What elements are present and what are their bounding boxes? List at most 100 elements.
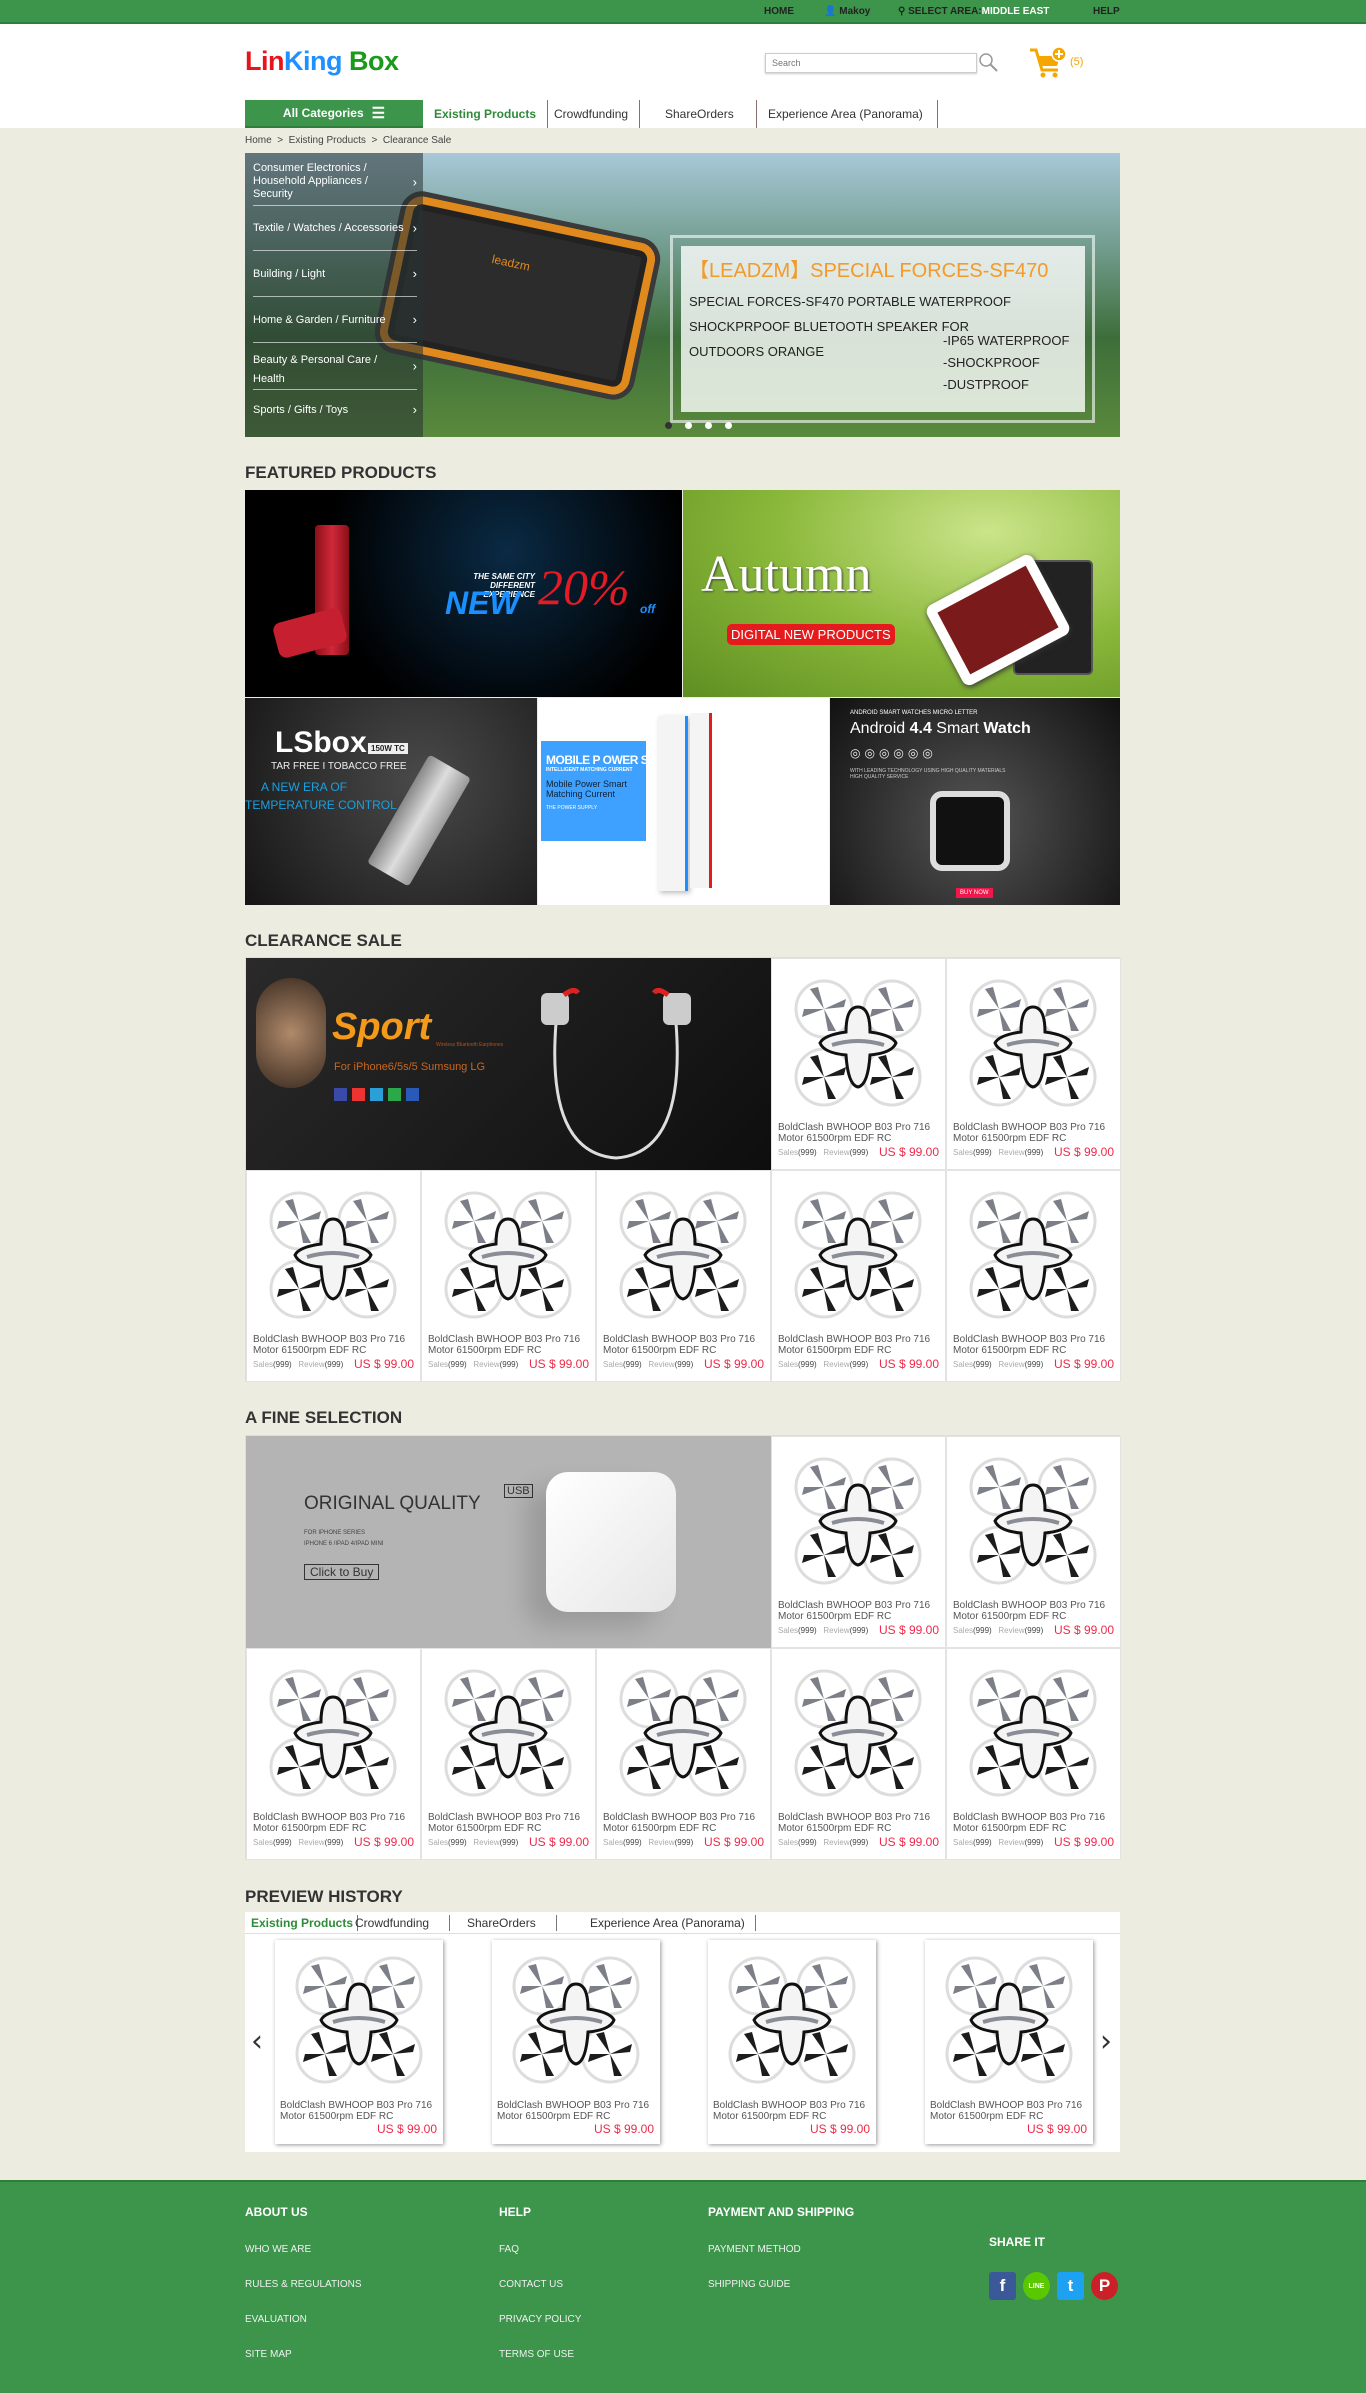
nav-crowdfunding[interactable]: Crowdfunding — [543, 100, 641, 128]
top-home-link[interactable]: HOME — [764, 6, 794, 17]
product-title[interactable]: BoldClash BWHOOP B03 Pro 716 Motor 61500r… — [953, 1122, 1118, 1144]
banner-autumn[interactable]: Autumn DIGITAL NEW PRODUCTS — [683, 490, 1120, 697]
tab-experience-area[interactable]: Experience Area (Panorama) — [590, 1915, 756, 1931]
product-title[interactable]: BoldClash BWHOOP B03 Pro 716 Motor 61500r… — [953, 1600, 1118, 1622]
top-help-link[interactable]: HELP — [1093, 6, 1120, 17]
carousel-prev-button[interactable]: ‹ — [251, 2024, 263, 2059]
product-title[interactable]: BoldClash BWHOOP B03 Pro 716 Motor 61500r… — [253, 1334, 418, 1356]
product-price: US $ 99.00 — [809, 2122, 870, 2136]
carousel-dot[interactable] — [685, 422, 692, 429]
history-product-card[interactable]: BoldClash BWHOOP B03 Pro 716 Motor 61500r… — [925, 1940, 1093, 2144]
logo[interactable]: LinKing Box — [245, 46, 399, 77]
product-title[interactable]: BoldClash BWHOOP B03 Pro 716 Motor 61500r… — [930, 2100, 1095, 2122]
product-stats: Sales(999) Review(999) — [253, 1360, 344, 1369]
category-item[interactable]: Home & Garden / Furniture › — [253, 297, 417, 343]
banner-sport-earphones[interactable]: Sport Wireless Bluetooth Earphones For i… — [246, 958, 771, 1170]
drone-product-image — [728, 1956, 856, 2084]
banner-mobile-power[interactable]: MOBILE P OWER SUPPLY INTELLIGENT MATCHIN… — [538, 698, 829, 905]
search-button[interactable] — [977, 51, 999, 73]
product-title[interactable]: BoldClash BWHOOP B03 Pro 716 Motor 61500r… — [603, 1334, 768, 1356]
twitter-icon[interactable]: t — [1057, 2272, 1084, 2300]
footer-link[interactable]: WHO WE ARE — [245, 2244, 311, 2255]
product-title[interactable]: BoldClash BWHOOP B03 Pro 716 Motor 61500r… — [253, 1812, 418, 1834]
category-item[interactable]: Consumer Electronics / Household Applian… — [253, 159, 417, 206]
footer-link[interactable]: PRIVACY POLICY — [499, 2314, 581, 2325]
banner-smart-watch[interactable]: ANDROID SMART WATCHES MICRO LETTER Andro… — [830, 698, 1120, 905]
facebook-icon[interactable]: f — [989, 2272, 1016, 2300]
category-item[interactable]: Building / Light › — [253, 251, 417, 297]
product-title[interactable]: BoldClash BWHOOP B03 Pro 716 Motor 61500r… — [778, 1600, 943, 1622]
drone-product-image — [512, 1956, 640, 2084]
product-card[interactable]: BoldClash BWHOOP B03 Pro 716 Motor 61500r… — [946, 958, 1121, 1170]
tab-shareorders[interactable]: ShareOrders — [467, 1915, 557, 1931]
cart-button[interactable] — [1028, 46, 1068, 85]
drone-product-image — [269, 1669, 397, 1797]
product-card[interactable]: BoldClash BWHOOP B03 Pro 716 Motor 61500r… — [771, 1436, 946, 1648]
tab-existing-products[interactable]: Existing Products — [247, 1915, 359, 1931]
product-title[interactable]: BoldClash BWHOOP B03 Pro 716 Motor 61500r… — [953, 1812, 1118, 1834]
hero-carousel[interactable]: leadzm Consumer Electronics / Household … — [245, 153, 1120, 437]
product-card[interactable]: BoldClash BWHOOP B03 Pro 716 Motor 61500r… — [421, 1648, 596, 1860]
buy-now-button[interactable]: BUY NOW — [956, 888, 993, 898]
carousel-dot[interactable] — [725, 422, 732, 429]
product-card[interactable]: BoldClash BWHOOP B03 Pro 716 Motor 61500r… — [771, 958, 946, 1170]
product-title[interactable]: BoldClash BWHOOP B03 Pro 716 Motor 61500r… — [603, 1812, 768, 1834]
footer-link[interactable]: PAYMENT METHOD — [708, 2244, 801, 2255]
carousel-dot[interactable] — [705, 422, 712, 429]
category-item[interactable]: Sports / Gifts / Toys › — [253, 390, 417, 430]
product-title[interactable]: BoldClash BWHOOP B03 Pro 716 Motor 61500r… — [428, 1334, 593, 1356]
history-product-card[interactable]: BoldClash BWHOOP B03 Pro 716 Motor 61500r… — [708, 1940, 876, 2144]
product-title[interactable]: BoldClash BWHOOP B03 Pro 716 Motor 61500r… — [428, 1812, 593, 1834]
carousel-next-button[interactable]: › — [1100, 2024, 1112, 2059]
footer-link[interactable]: TERMS OF USE — [499, 2349, 574, 2360]
product-card[interactable]: BoldClash BWHOOP B03 Pro 716 Motor 61500r… — [946, 1648, 1121, 1860]
digital-new-products-button[interactable]: DIGITAL NEW PRODUCTS — [727, 624, 895, 645]
pinterest-icon[interactable]: P — [1091, 2272, 1118, 2300]
category-item[interactable]: Beauty & Personal Care / Health › — [253, 343, 417, 390]
footer-link[interactable]: FAQ — [499, 2244, 519, 2255]
product-card[interactable]: BoldClash BWHOOP B03 Pro 716 Motor 61500r… — [596, 1170, 771, 1382]
product-card[interactable]: BoldClash BWHOOP B03 Pro 716 Motor 61500r… — [771, 1170, 946, 1382]
select-area[interactable]: ⚲ SELECT AREA:MIDDLE EAST — [898, 6, 1049, 17]
product-title[interactable]: BoldClash BWHOOP B03 Pro 716 Motor 61500r… — [778, 1122, 943, 1144]
product-title[interactable]: BoldClash BWHOOP B03 Pro 716 Motor 61500r… — [280, 2100, 445, 2122]
footer-link[interactable]: RULES & REGULATIONS — [245, 2279, 362, 2290]
product-card[interactable]: BoldClash BWHOOP B03 Pro 716 Motor 61500r… — [771, 1648, 946, 1860]
product-card[interactable]: BoldClash BWHOOP B03 Pro 716 Motor 61500r… — [246, 1648, 421, 1860]
product-card[interactable]: BoldClash BWHOOP B03 Pro 716 Motor 61500r… — [246, 1170, 421, 1382]
tab-crowdfunding[interactable]: Crowdfunding — [355, 1915, 451, 1931]
line-icon[interactable]: LINE — [1023, 2272, 1050, 2300]
history-product-card[interactable]: BoldClash BWHOOP B03 Pro 716 Motor 61500r… — [492, 1940, 660, 2144]
category-item[interactable]: Textile / Watches / Accessories › — [253, 206, 417, 251]
breadcrumb-existing-products[interactable]: Existing Products — [289, 135, 366, 146]
user-menu[interactable]: 👤 Makoy — [824, 6, 870, 17]
product-title[interactable]: BoldClash BWHOOP B03 Pro 716 Motor 61500r… — [953, 1334, 1118, 1356]
nav-existing-products[interactable]: Existing Products — [423, 100, 549, 128]
product-card[interactable]: BoldClash BWHOOP B03 Pro 716 Motor 61500r… — [421, 1170, 596, 1382]
nav-shareorders[interactable]: ShareOrders — [643, 100, 757, 128]
banner-lsbox[interactable]: LSbox 150W TC TAR FREE I TOBACCO FREE A … — [245, 698, 537, 905]
history-product-card[interactable]: BoldClash BWHOOP B03 Pro 716 Motor 61500r… — [275, 1940, 443, 2144]
product-card[interactable]: BoldClash BWHOOP B03 Pro 716 Motor 61500r… — [946, 1170, 1121, 1382]
product-title[interactable]: BoldClash BWHOOP B03 Pro 716 Motor 61500r… — [497, 2100, 662, 2122]
product-title[interactable]: BoldClash BWHOOP B03 Pro 716 Motor 61500r… — [713, 2100, 878, 2122]
charger-image — [546, 1472, 676, 1612]
search-input[interactable] — [765, 53, 977, 73]
footer-link[interactable]: SITE MAP — [245, 2349, 292, 2360]
product-card[interactable]: BoldClash BWHOOP B03 Pro 716 Motor 61500r… — [946, 1436, 1121, 1648]
all-categories-button[interactable]: All Categories ☰ — [245, 100, 423, 128]
product-title[interactable]: BoldClash BWHOOP B03 Pro 716 Motor 61500r… — [778, 1334, 943, 1356]
breadcrumb-home[interactable]: Home — [245, 135, 272, 146]
banner-power-bank[interactable]: THE SAME CITY DIFFERENT EXPERIENCE NEW 20… — [245, 490, 682, 697]
banner-usb-charger[interactable]: ORIGINAL QUALITY USB FOR IPHONE SERIES IP… — [246, 1436, 771, 1648]
footer-link[interactable]: CONTACT US — [499, 2279, 563, 2290]
nav-experience-area[interactable]: Experience Area (Panorama) — [754, 100, 938, 128]
click-to-buy-button[interactable]: Click to Buy — [304, 1564, 380, 1580]
footer-link[interactable]: EVALUATION — [245, 2314, 307, 2325]
hero-feature: -SHOCKPROOF — [943, 355, 1040, 370]
feature-icons: ◎◎◎◎◎◎ — [850, 746, 937, 760]
product-card[interactable]: BoldClash BWHOOP B03 Pro 716 Motor 61500r… — [596, 1648, 771, 1860]
product-title[interactable]: BoldClash BWHOOP B03 Pro 716 Motor 61500r… — [778, 1812, 943, 1834]
carousel-dot[interactable] — [665, 422, 672, 429]
footer-link[interactable]: SHIPPING GUIDE — [708, 2279, 790, 2290]
